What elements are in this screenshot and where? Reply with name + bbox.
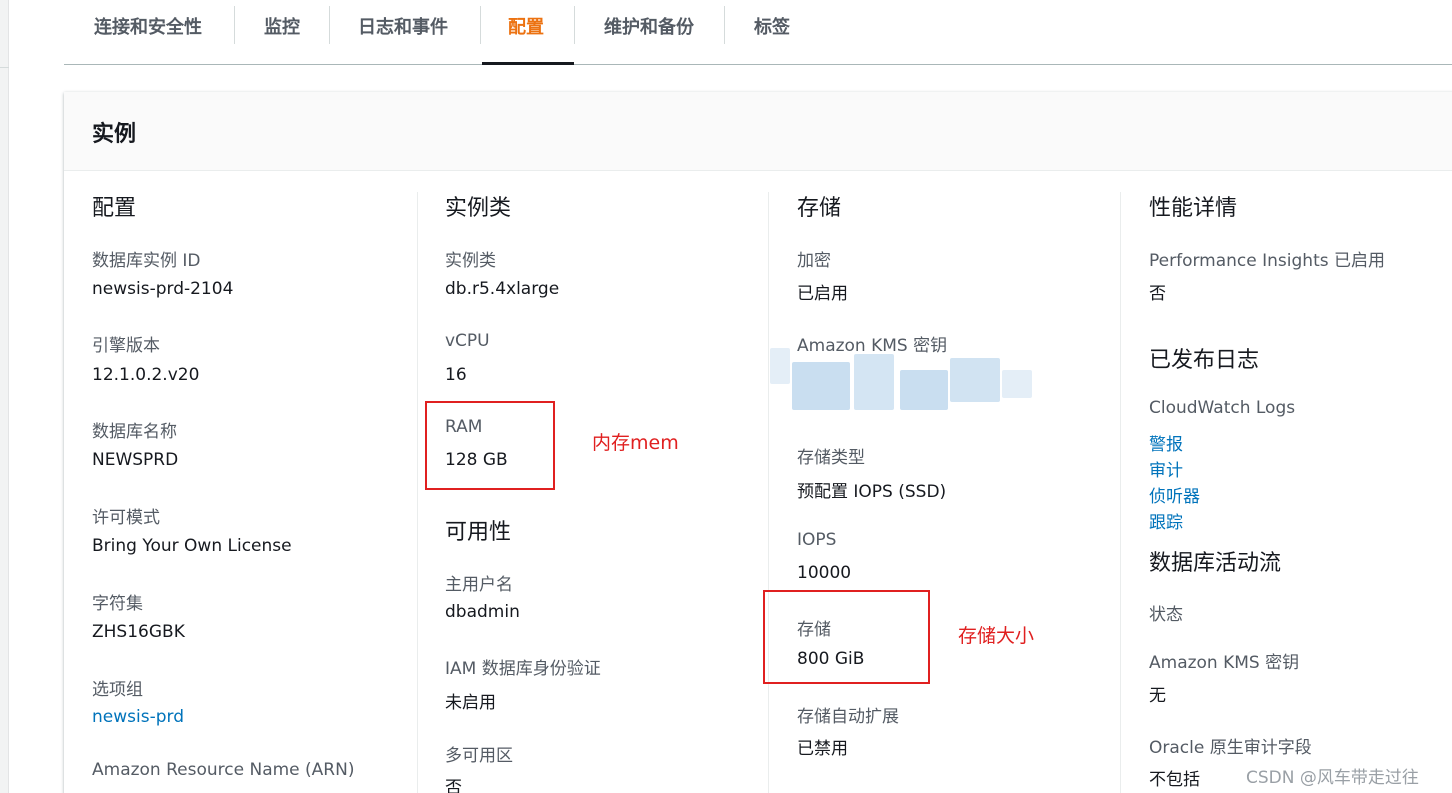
activity-kms-key-label: Amazon KMS 密钥 [1149,653,1300,673]
master-user-value: dbadmin [445,602,520,622]
iam-auth-value: 未启用 [445,693,496,713]
ram-highlight-box [425,401,555,490]
license-model-value: Bring Your Own License [92,536,292,556]
rail-divider [0,67,9,68]
vcpu-label: vCPU [445,331,490,351]
license-model-label: 许可模式 [92,508,160,528]
encryption-label: 加密 [797,251,831,271]
db-instance-id-value: newsis-prd-2104 [92,279,234,299]
vcpu-value: 16 [445,365,467,385]
tab-divider [480,6,481,44]
multi-az-value: 否 [445,778,462,793]
column-divider [1120,192,1121,793]
tab-tags[interactable]: 标签 [754,0,790,65]
instance-class-section-title: 实例类 [445,196,512,221]
tab-divider [724,6,725,44]
availability-section-title: 可用性 [445,520,512,545]
iops-value: 10000 [797,563,852,583]
oracle-audit-label: Oracle 原生审计字段 [1149,738,1312,758]
activity-kms-key-value: 无 [1149,686,1166,706]
redacted-kms-key [770,340,1040,418]
panel-title: 实例 [92,122,137,147]
engine-version-label: 引擎版本 [92,336,160,356]
engine-version-value: 12.1.0.2.v20 [92,365,200,385]
performance-insights-value: 否 [1149,284,1166,304]
storage-highlight-box [763,590,930,684]
tab-divider [329,6,330,44]
oracle-audit-value: 不包括 [1149,770,1200,790]
csdn-watermark: CSDN @风车带走过往 [1246,768,1419,788]
option-group-label: 选项组 [92,680,143,700]
ram-annotation: 内存mem [592,432,679,454]
panel-header: 实例 [64,92,1452,171]
charset-value: ZHS16GBK [92,622,185,642]
storage-section-title: 存储 [797,196,842,221]
column-divider [768,192,769,793]
master-user-label: 主用户名 [445,575,513,595]
autoscaling-value: 已禁用 [797,739,848,759]
tab-divider [574,6,575,44]
iam-auth-label: IAM 数据库身份验证 [445,659,601,679]
tab-maintenance-backups[interactable]: 维护和备份 [604,0,694,65]
instance-class-value: db.r5.4xlarge [445,279,560,299]
config-section-title: 配置 [92,196,137,221]
tab-connectivity-security[interactable]: 连接和安全性 [94,0,202,65]
instance-class-label: 实例类 [445,251,496,271]
tab-configuration[interactable]: 配置 [482,0,574,65]
multi-az-label: 多可用区 [445,746,513,766]
tab-divider [234,6,235,44]
column-divider [417,192,418,793]
option-group-link[interactable]: newsis-prd [92,707,184,727]
instance-panel: 实例 [64,92,1452,793]
charset-label: 字符集 [92,594,143,614]
db-instance-id-label: 数据库实例 ID [92,251,201,271]
storage-annotation: 存储大小 [958,625,1035,647]
published-logs-section-title: 已发布日志 [1149,348,1260,373]
storage-type-label: 存储类型 [797,448,865,468]
arn-label: Amazon Resource Name (ARN) [92,760,355,780]
cloudwatch-logs-label: CloudWatch Logs [1149,398,1296,418]
storage-type-value: 预配置 IOPS (SSD) [797,482,947,502]
performance-section-title: 性能详情 [1149,196,1238,221]
left-navigation-rail [0,0,9,793]
activity-status-label: 状态 [1149,605,1183,625]
log-link-audit[interactable]: 审计 [1149,456,1183,481]
autoscaling-label: 存储自动扩展 [797,707,899,727]
encryption-value: 已启用 [797,284,848,304]
db-name-label: 数据库名称 [92,422,177,442]
log-link-listener[interactable]: 侦听器 [1149,482,1200,507]
tab-monitoring[interactable]: 监控 [264,0,300,65]
log-link-alert[interactable]: 警报 [1149,430,1183,455]
tab-logs-events[interactable]: 日志和事件 [358,0,448,65]
log-link-trace[interactable]: 跟踪 [1149,508,1183,533]
activity-stream-section-title: 数据库活动流 [1149,551,1282,576]
tab-bar: 连接和安全性 监控 日志和事件 配置 维护和备份 标签 [64,0,1452,65]
iops-label: IOPS [797,530,837,550]
performance-insights-label: Performance Insights 已启用 [1149,251,1385,271]
db-name-value: NEWSPRD [92,450,179,470]
